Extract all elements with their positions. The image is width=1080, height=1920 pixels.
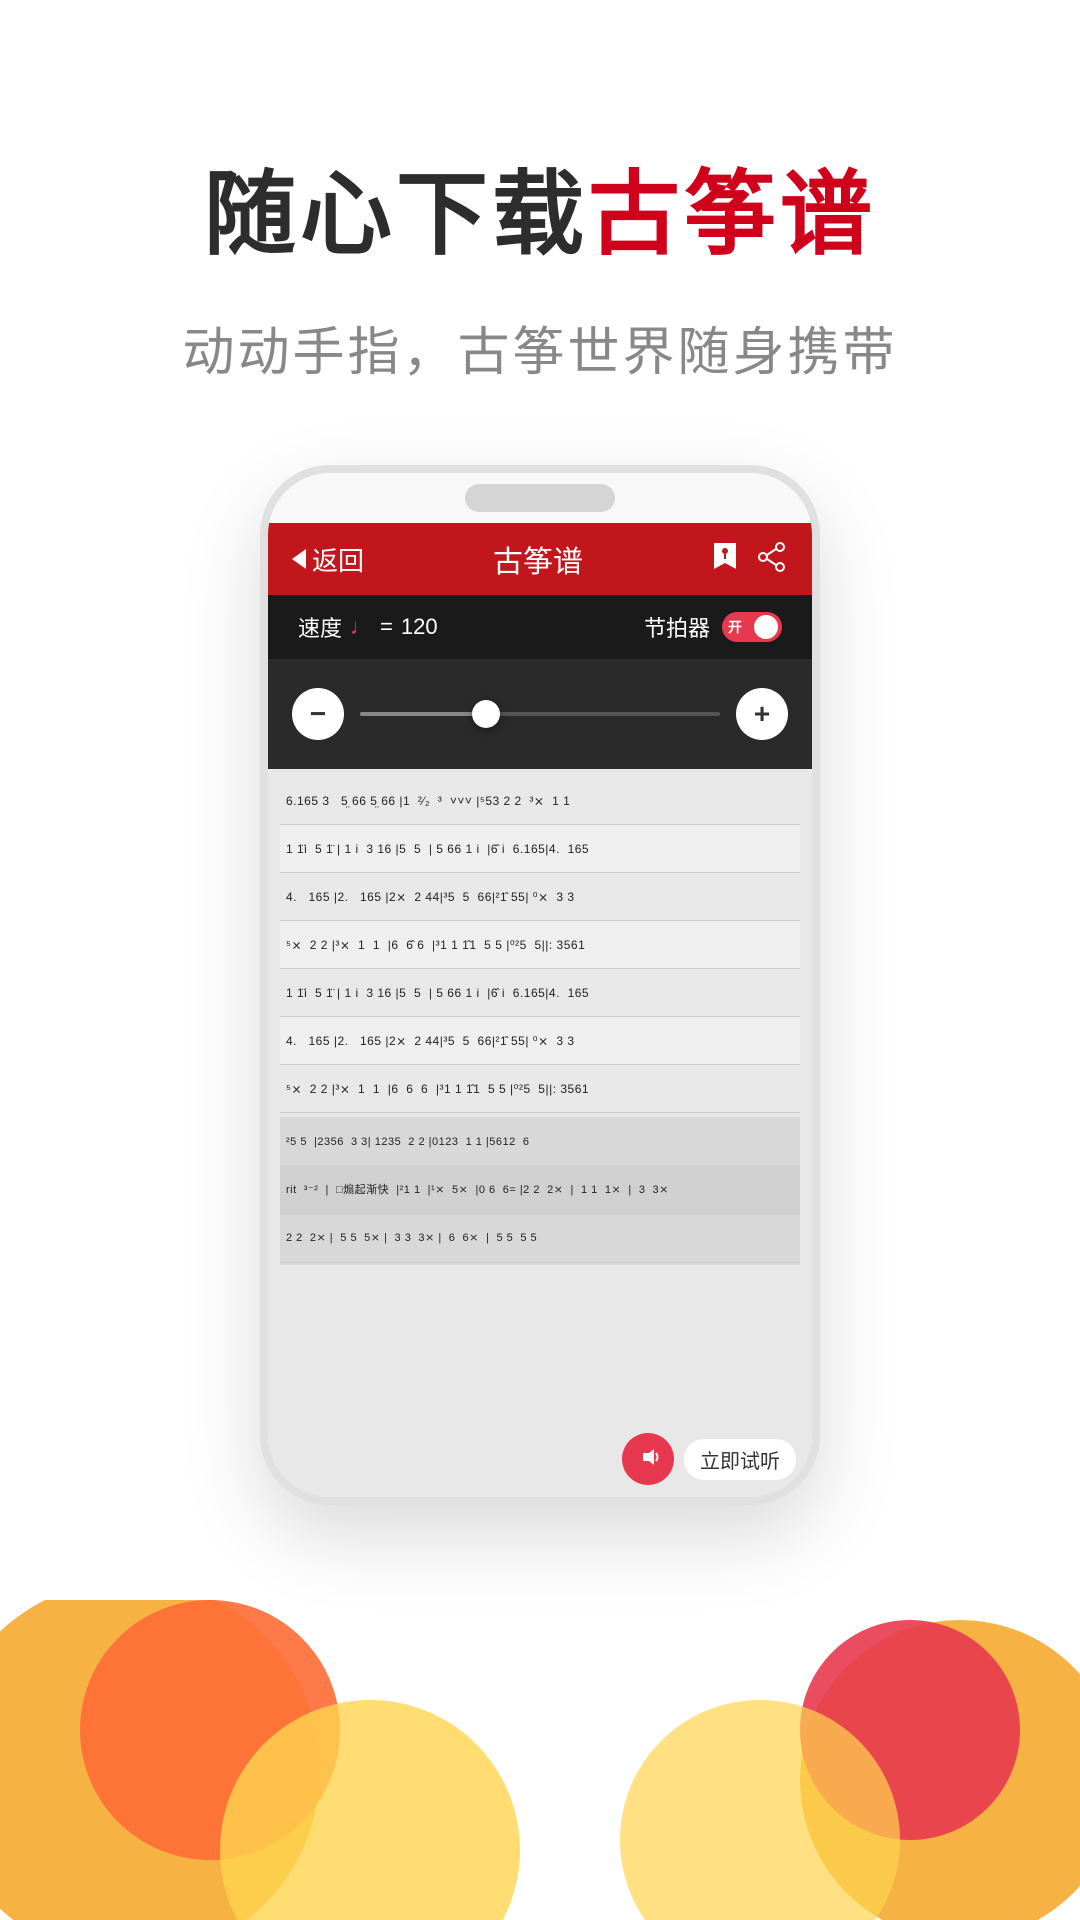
chevron-left-icon (292, 549, 306, 569)
play-listen-button[interactable] (622, 1433, 674, 1485)
bg-blob-3 (220, 1700, 520, 1920)
share-icon[interactable] (758, 542, 788, 577)
sheet-bottom-row-3: 2 2 2⨯ | 5 5 5⨯ | 3 3 3⨯ | 6 6⨯ | 5 5 5 … (280, 1215, 800, 1263)
main-title: 随心下载古筝谱 (182, 160, 897, 270)
title-black: 随心下载 (204, 164, 588, 266)
sheet-row-7: ⁵⨯ 2 2 |³⨯ 1 1 |6 6 6 |³1 1 1̂1 5 5 |⁰²5… (280, 1065, 800, 1113)
listen-bar: 立即试听 (622, 1433, 796, 1485)
sheet-row-6: 4. 165 |2. 165 |2⨯ 2 44|³5 5 66|²1̂ 55| … (280, 1017, 800, 1065)
metronome-label: 节拍器 (644, 611, 710, 643)
phone-mockup: 返回 古筝谱 (260, 465, 820, 1505)
sheet-row-3: 4. 165 |2. 165 |2⨯ 2 44|³5 5 66|²1̂ 55| … (280, 873, 800, 921)
slider-minus-button[interactable]: − (292, 688, 344, 740)
sheet-music-area: 6.165 3 5̤ 66 5̤ 66 |1 ²⁄₂ ³ ˅˅˅ |⁵53 2 … (268, 769, 812, 1497)
sheet-row-1: 6.165 3 5̤ 66 5̤ 66 |1 ²⁄₂ ³ ˅˅˅ |⁵53 2 … (280, 777, 800, 825)
minus-icon: − (310, 698, 326, 730)
slider-thumb[interactable] (472, 700, 500, 728)
sheet-row-2: 1 1̈i 5 1̈ | 1 i 3 16 |5 5 | 5 66 1 i |6… (280, 825, 800, 873)
plus-icon: + (754, 698, 770, 730)
nav-title: 古筝谱 (493, 537, 583, 581)
speed-label: 速度 (298, 611, 342, 643)
listen-label[interactable]: 立即试听 (684, 1439, 796, 1480)
subtitle: 动动手指，古筝世界随身携带 (182, 310, 897, 385)
bg-blob-1 (0, 1600, 320, 1920)
speed-value: 120 (401, 614, 438, 640)
bg-blob-5 (800, 1620, 1020, 1840)
bg-blob-2 (80, 1600, 340, 1860)
speaker-icon (635, 1444, 661, 1475)
phone-frame: 返回 古筝谱 (260, 465, 820, 1505)
phone-notch-bar (268, 473, 812, 523)
slider-area: − + (268, 659, 812, 769)
header-section: 随心下载古筝谱 动动手指，古筝世界随身携带 (182, 160, 897, 385)
slider-fill (360, 712, 486, 716)
sheet-row-5: 1 1̈i 5 1̈ | 1 i 3 16 |5 5 | 5 66 1 i |6… (280, 969, 800, 1017)
bg-blob-4 (800, 1620, 1080, 1920)
app-header: 返回 古筝谱 (268, 523, 812, 595)
sheet-bottom-row-1: ²5 5 |2356 3 3| 1235 2 2 |0123 1 1 |5612… (280, 1119, 800, 1167)
metronome-section: 节拍器 开 (644, 611, 782, 643)
metronome-toggle[interactable]: 开 (722, 612, 782, 642)
header-icons (712, 541, 788, 578)
background-decoration (0, 1600, 1080, 1920)
toggle-on-label: 开 (728, 617, 742, 637)
speed-bar: 速度 ♩ = 120 节拍器 开 (268, 595, 812, 659)
sheet-row-4: ⁵⨯ 2 2 |³⨯ 1 1 |6 6̂ 6 |³1 1 1̂1 5 5 |⁰²… (280, 921, 800, 969)
phone-notch (465, 484, 615, 512)
back-label: 返回 (312, 541, 364, 578)
title-red: 古筝谱 (588, 164, 876, 266)
speed-section: 速度 ♩ = 120 (298, 611, 438, 643)
bg-blob-6 (620, 1700, 900, 1920)
slider-plus-button[interactable]: + (736, 688, 788, 740)
page-container: 随心下载古筝谱 动动手指，古筝世界随身携带 返回 古筝谱 (0, 0, 1080, 1920)
back-button[interactable]: 返回 (292, 541, 364, 578)
speed-equals: = (380, 614, 393, 640)
sheet-content: 6.165 3 5̤ 66 5̤ 66 |1 ²⁄₂ ³ ˅˅˅ |⁵53 2 … (268, 769, 812, 1497)
sheet-bottom-row-2: rit ³⁻² | □煽起渐快 |²1 1 |¹⨯ 5⨯ |0 6 6= |2 … (280, 1167, 800, 1215)
app-screen: 返回 古筝谱 (268, 523, 812, 1497)
bookmark-icon[interactable] (712, 541, 738, 578)
slider-track[interactable] (360, 712, 720, 716)
music-note-icon: ♩ (350, 614, 372, 640)
toggle-knob (754, 615, 778, 639)
